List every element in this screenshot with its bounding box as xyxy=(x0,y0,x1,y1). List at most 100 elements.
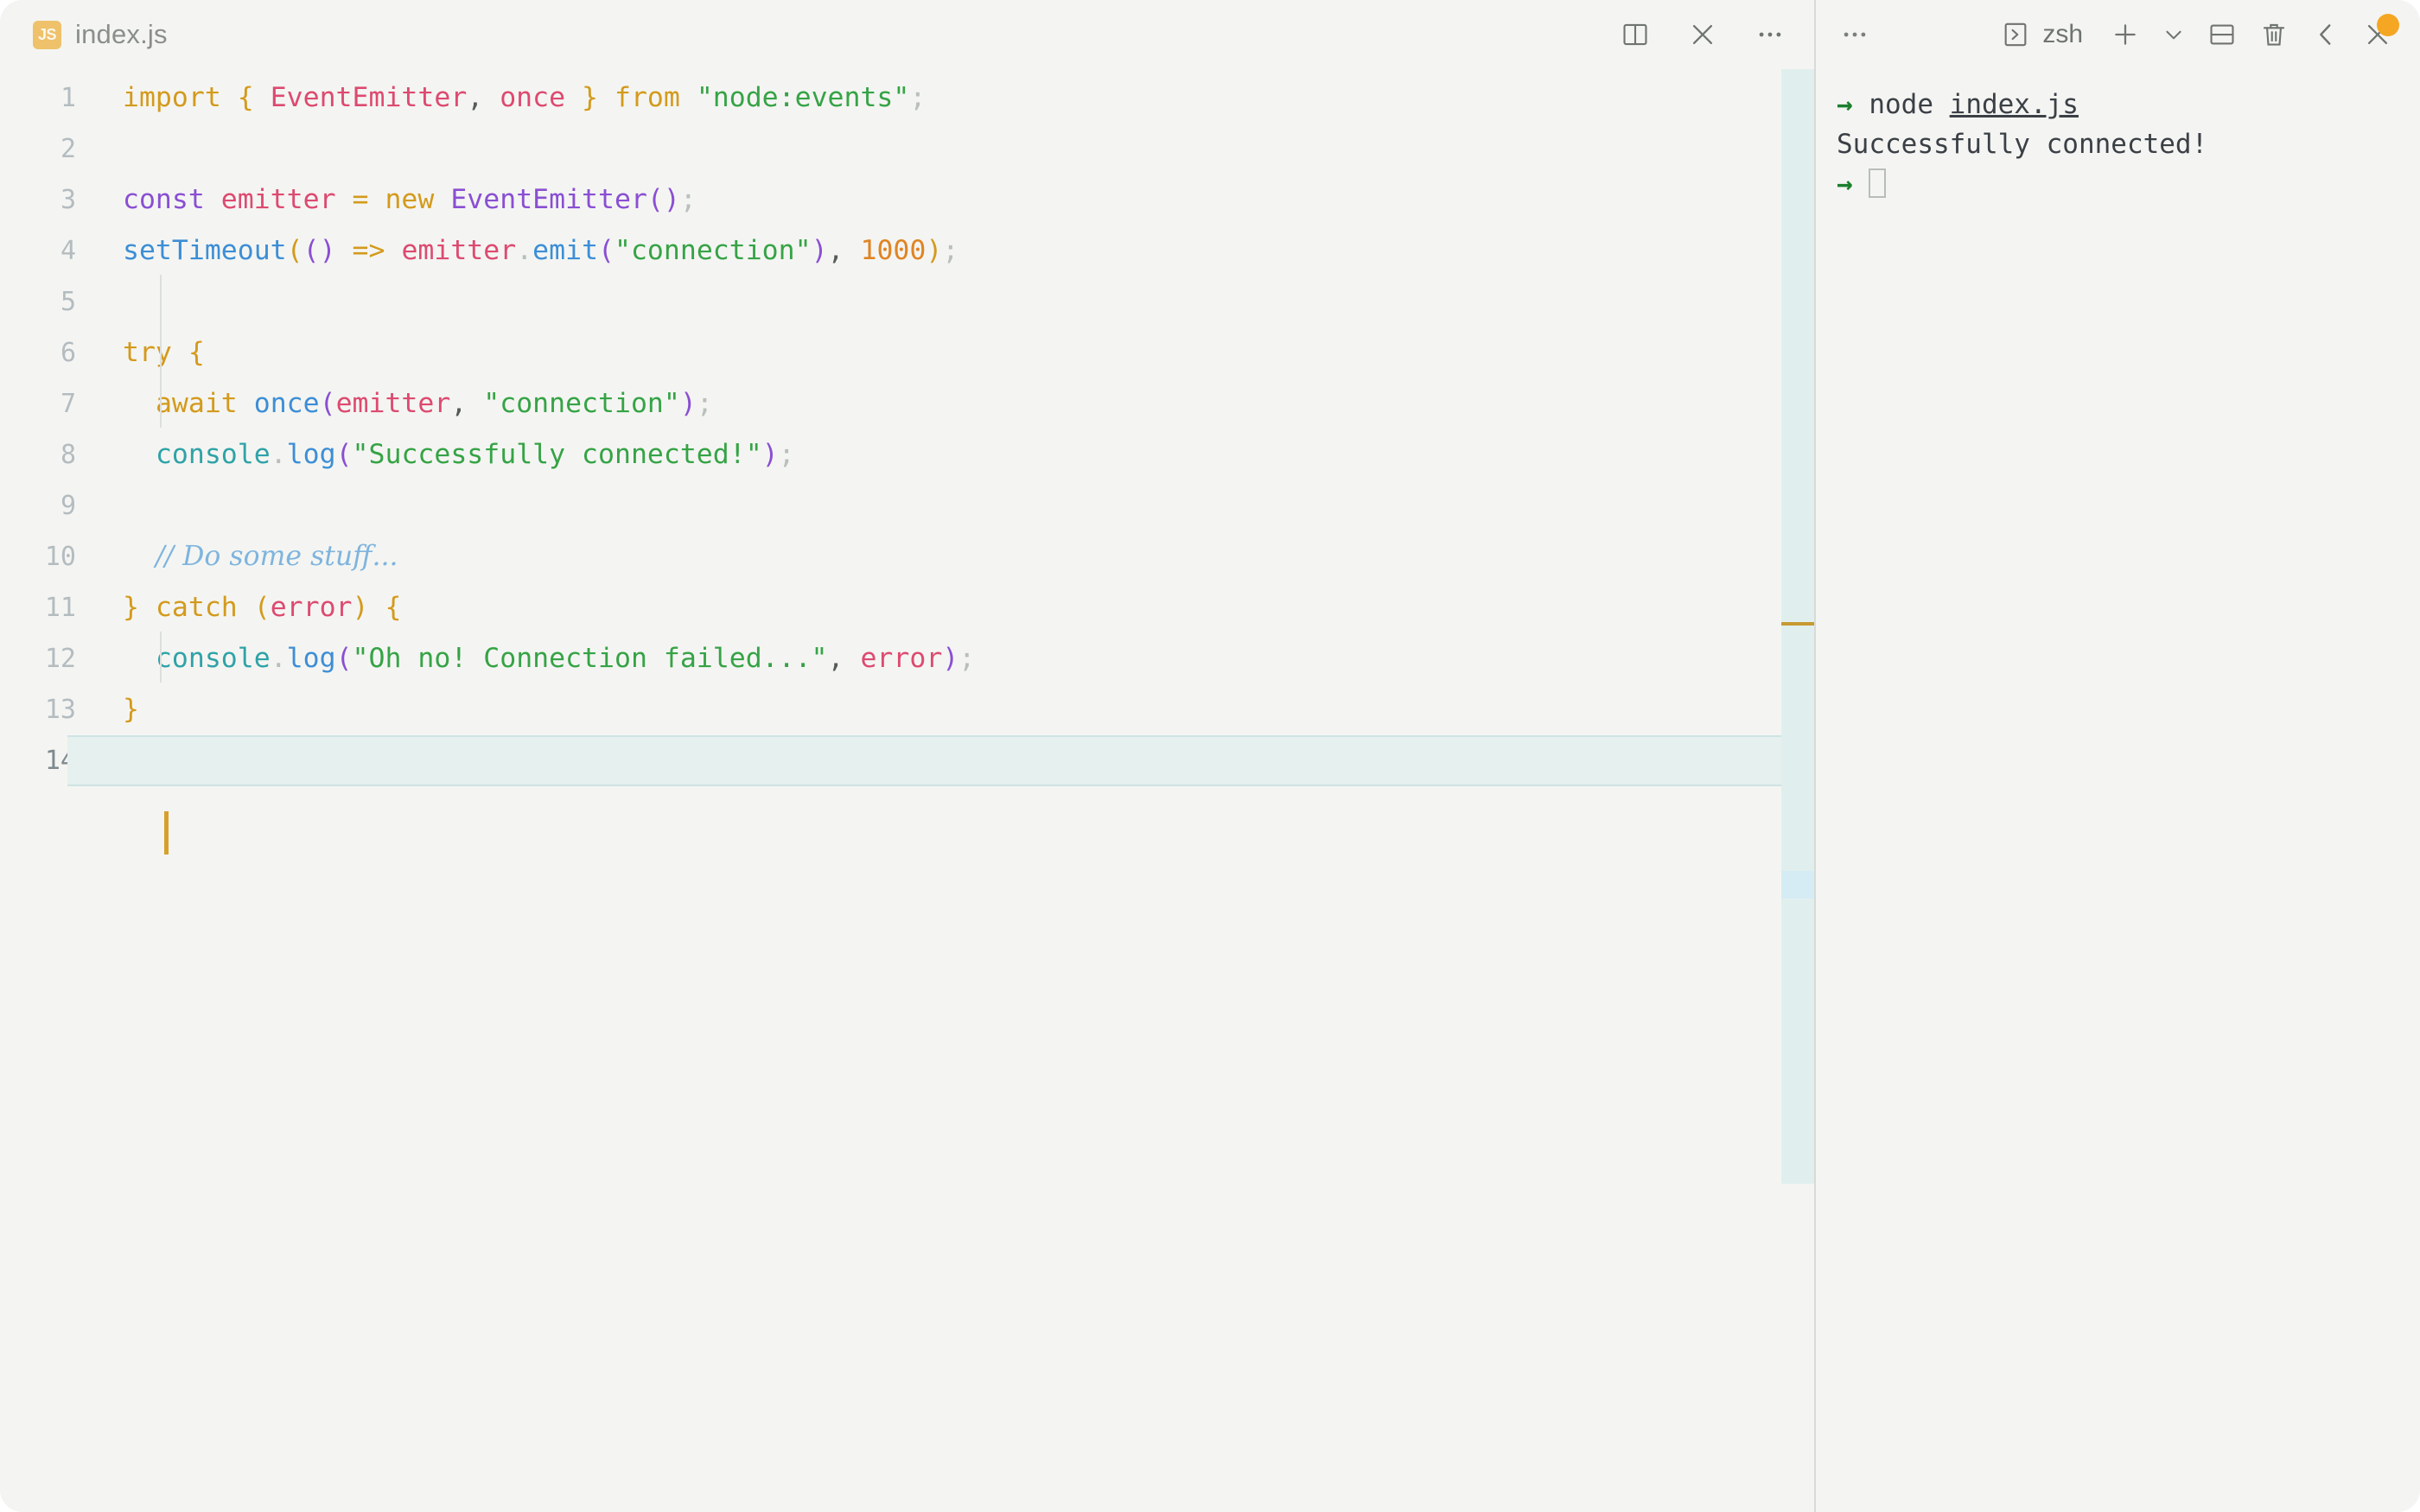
code-token: import xyxy=(123,82,221,113)
code-token: ; xyxy=(909,82,927,113)
code-token: once xyxy=(253,388,320,419)
editor-tab-actions xyxy=(1621,20,1816,49)
code-line-text: try { xyxy=(112,327,1816,378)
code-line[interactable]: 3 const emitter = new EventEmitter(); xyxy=(0,175,1816,226)
code-line-text: import { EventEmitter, once } from "node… xyxy=(112,73,1816,124)
code-token: , xyxy=(467,82,484,113)
terminal-output-text: Successfully connected! xyxy=(1837,129,2208,160)
code-token: => xyxy=(352,235,385,266)
editor-pane: JS index.js 1 import {EventEmitter, onc… xyxy=(0,0,1816,1512)
code-token: { xyxy=(237,82,254,113)
code-line-text: console.log("Oh no! Connection failed...… xyxy=(112,633,1816,684)
line-number: 14 xyxy=(44,746,76,776)
code-token: , xyxy=(827,643,844,674)
code-line[interactable]: 2 xyxy=(0,124,1816,175)
code-line-text: await once(emitter, "connection"); xyxy=(112,378,1816,429)
code-line[interactable]: 9 xyxy=(0,480,1816,531)
line-number: 3 xyxy=(60,185,76,215)
code-token: // Do some stuff... xyxy=(155,541,398,572)
terminal-line: → xyxy=(1837,164,2420,204)
indent-guide-try xyxy=(160,275,162,428)
editor-tab-bar: JS index.js xyxy=(0,0,1816,69)
kill-terminal-icon[interactable] xyxy=(2259,20,2289,49)
line-number: 10 xyxy=(44,542,76,572)
code-token: try xyxy=(123,337,172,368)
terminal-line: Successfully connected! xyxy=(1837,124,2420,164)
code-token: ; xyxy=(942,235,959,266)
terminal-command: node xyxy=(1869,89,1950,120)
code-line[interactable]: 7 await once(emitter, "connection"); xyxy=(0,378,1816,429)
code-token: "Oh no! Connection failed..." xyxy=(352,643,828,674)
code-token: ( xyxy=(253,592,271,623)
terminal-output[interactable]: → node index.js Successfully connected! → xyxy=(1816,69,2420,1512)
selection-marker xyxy=(1781,871,1814,899)
code-token: setTimeout xyxy=(123,235,287,266)
terminal-toolbar: zsh xyxy=(1816,0,2420,69)
split-editor-icon[interactable] xyxy=(1621,20,1650,49)
chevron-down-icon[interactable] xyxy=(2162,23,2185,46)
code-token: ( xyxy=(335,439,353,470)
new-terminal-icon[interactable] xyxy=(2111,20,2140,49)
code-line[interactable]: 13} xyxy=(0,684,1816,735)
code-token: console xyxy=(155,643,271,674)
code-token: emitter xyxy=(401,235,517,266)
close-tab-icon[interactable] xyxy=(1688,20,1717,49)
terminal-prompt-arrow: → xyxy=(1837,168,1869,200)
code-token: ) xyxy=(663,184,680,215)
terminal-line: → node index.js xyxy=(1837,85,2420,124)
line-number: 5 xyxy=(60,287,76,317)
code-token: ) xyxy=(761,439,779,470)
code-line[interactable]: 12 console.log("Oh no! Connection failed… xyxy=(0,633,1816,684)
split-terminal-icon[interactable] xyxy=(2207,20,2237,49)
code-token: ) xyxy=(942,643,959,674)
terminal-more-icon[interactable] xyxy=(1840,20,1869,49)
more-actions-icon[interactable] xyxy=(1755,20,1785,49)
line-number: 9 xyxy=(60,491,76,521)
code-token: from xyxy=(614,82,680,113)
code-editor-area[interactable]: 1 import { EventEmitter, once } from "nod… xyxy=(0,69,1816,1512)
terminal-prompt-arrow: → xyxy=(1837,89,1869,120)
code-token: ; xyxy=(778,439,795,470)
tab-label: index.js xyxy=(75,19,168,49)
code-line[interactable]: 14 xyxy=(0,735,1816,786)
editor-tab-index-js[interactable]: JS index.js xyxy=(0,0,188,69)
code-line-text: // Do some stuff... xyxy=(112,531,1816,582)
code-token: once xyxy=(500,82,566,113)
code-token: } xyxy=(123,592,139,623)
code-token: . xyxy=(516,235,533,266)
code-line[interactable]: 11} catch (error) { xyxy=(0,582,1816,633)
maximize-panel-icon[interactable] xyxy=(2311,20,2340,49)
code-token: { xyxy=(188,337,205,368)
terminal-shell-tab[interactable]: zsh xyxy=(2001,20,2083,49)
code-line[interactable]: 4 setTimeout(() => emitter.emit("connecti… xyxy=(0,226,1816,276)
editor-scrollbar[interactable] xyxy=(1781,69,1814,1184)
code-line-text: } xyxy=(112,684,1816,735)
line-number: 8 xyxy=(60,440,76,470)
code-token: console xyxy=(155,439,271,470)
line-number: 4 xyxy=(60,236,76,266)
javascript-file-icon: JS xyxy=(33,20,61,49)
code-line[interactable]: 5 xyxy=(0,276,1816,327)
code-line[interactable]: 8 console.log("Successfully connected!")… xyxy=(0,429,1816,480)
code-token: ; xyxy=(679,184,697,215)
code-token: ( xyxy=(335,643,353,674)
terminal-command-file[interactable]: index.js xyxy=(1950,89,2079,120)
code-token: "Successfully connected!" xyxy=(352,439,762,470)
terminal-actions: zsh xyxy=(2001,20,2392,49)
code-line[interactable]: 10 // Do some stuff... xyxy=(0,531,1816,582)
code-line[interactable]: 1 import { EventEmitter, once } from "nod… xyxy=(0,73,1816,124)
code-line[interactable]: 6 try { xyxy=(0,327,1816,378)
